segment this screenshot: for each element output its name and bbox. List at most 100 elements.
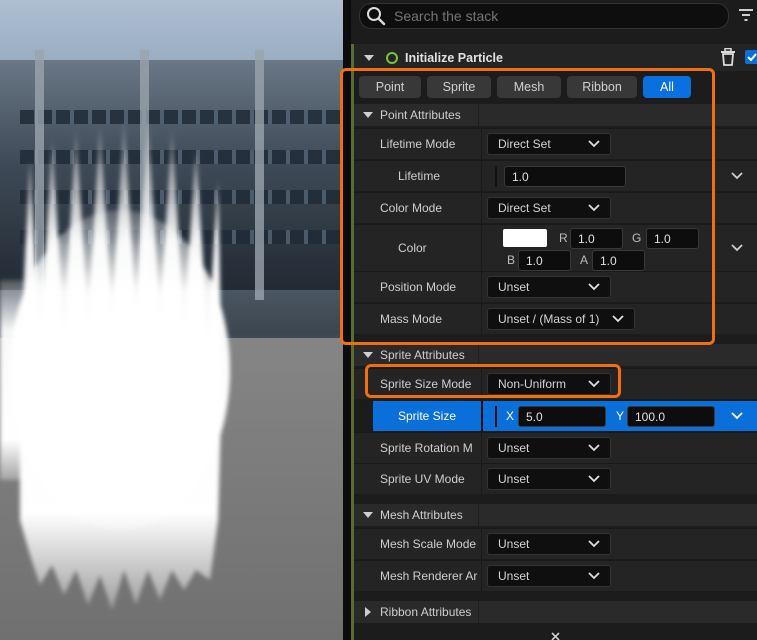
sprite-size-y-input[interactable]: 100.0 xyxy=(627,406,715,427)
tab-all[interactable]: All xyxy=(643,76,691,98)
mesh-renderer-dropdown[interactable]: Unset xyxy=(487,565,611,587)
color-b-input[interactable]: 1.0 xyxy=(518,250,571,271)
tab-sprite[interactable]: Sprite xyxy=(427,76,491,98)
column-splitter[interactable] xyxy=(478,504,479,526)
row-position-mode: Position Mode Unset xyxy=(354,271,757,302)
expand-arrow-icon[interactable] xyxy=(364,607,372,617)
position-mode-dropdown[interactable]: Unset xyxy=(487,276,611,298)
chevron-down-icon xyxy=(612,315,624,323)
attribute-filter-tabs: Point Sprite Mesh Ribbon All xyxy=(359,76,691,98)
column-splitter[interactable] xyxy=(481,561,482,591)
lifetime-mode-dropdown[interactable]: Direct Set xyxy=(487,133,611,155)
input-indicator xyxy=(495,406,497,427)
lifetime-input[interactable]: 1.0 xyxy=(504,166,626,187)
property-label: Mesh Renderer Ar xyxy=(380,569,478,583)
column-splitter[interactable] xyxy=(481,161,482,191)
chevron-down-icon[interactable] xyxy=(731,412,743,420)
chevron-down-icon xyxy=(588,380,600,388)
row-gutter xyxy=(354,401,373,431)
property-label: Color xyxy=(398,241,427,255)
section-point-attributes[interactable]: Point Attributes xyxy=(354,104,757,126)
module-enable-checkbox[interactable] xyxy=(745,50,757,64)
column-splitter[interactable] xyxy=(478,104,479,126)
row-mesh-renderer: Mesh Renderer Ar Unset xyxy=(354,560,757,591)
chevron-down-icon[interactable] xyxy=(731,172,743,180)
property-label: Lifetime Mode xyxy=(380,137,456,151)
column-splitter[interactable] xyxy=(478,601,479,623)
row-color-mode: Color Mode Direct Set xyxy=(354,192,757,223)
section-mesh-attributes[interactable]: Mesh Attributes xyxy=(354,504,757,526)
property-label: Mesh Scale Mode xyxy=(380,537,477,551)
section-sprite-attributes[interactable]: Sprite Attributes xyxy=(354,344,757,366)
tab-point[interactable]: Point xyxy=(359,76,421,98)
mesh-scale-mode-dropdown[interactable]: Unset xyxy=(487,533,611,555)
sprite-uv-mode-dropdown[interactable]: Unset xyxy=(487,468,611,490)
dropdown-value: Unset / (Mass of 1) xyxy=(498,312,600,326)
collapse-arrow-icon[interactable] xyxy=(363,111,373,119)
column-splitter[interactable] xyxy=(481,272,482,302)
column-splitter[interactable] xyxy=(481,304,482,334)
dropdown-value: Unset xyxy=(498,569,530,583)
column-splitter[interactable] xyxy=(481,225,482,272)
row-sprite-rotation-mode: Sprite Rotation M Unset xyxy=(354,432,757,463)
property-label: Position Mode xyxy=(380,280,457,294)
color-swatch[interactable] xyxy=(503,229,547,247)
dropdown-value: Direct Set xyxy=(498,137,551,151)
section-label: Point Attributes xyxy=(380,108,461,122)
chevron-down-icon xyxy=(588,475,600,483)
sprite-rotation-mode-dropdown[interactable]: Unset xyxy=(487,437,611,459)
dropdown-value: Non-Uniform xyxy=(498,377,567,391)
row-sprite-size-mode: Sprite Size Mode Non-Uniform xyxy=(354,368,757,399)
column-splitter[interactable] xyxy=(481,369,482,399)
chevron-down-icon[interactable] xyxy=(731,244,743,252)
property-label: Sprite Size xyxy=(398,409,457,423)
filter-icon[interactable] xyxy=(737,7,755,23)
property-label: Mass Mode xyxy=(380,312,443,326)
property-label: Lifetime xyxy=(398,169,441,183)
sprite-size-mode-dropdown[interactable]: Non-Uniform xyxy=(487,373,611,395)
color-g-input[interactable]: 1.0 xyxy=(646,228,699,249)
section-label: Sprite Attributes xyxy=(380,348,465,362)
column-splitter[interactable] xyxy=(481,529,482,559)
column-splitter[interactable] xyxy=(478,344,479,366)
section-label: Mesh Attributes xyxy=(380,508,463,522)
collapse-arrow-icon[interactable] xyxy=(363,53,375,63)
tab-mesh[interactable]: Mesh xyxy=(497,76,561,98)
panel-divider[interactable] xyxy=(343,0,351,640)
chevron-down-icon xyxy=(588,444,600,452)
sprite-size-x-input[interactable]: 5.0 xyxy=(518,406,606,427)
mass-mode-dropdown[interactable]: Unset / (Mass of 1) xyxy=(487,308,635,330)
color-a-input[interactable]: 1.0 xyxy=(592,250,645,271)
dropdown-value: Direct Set xyxy=(498,201,551,215)
search-bar[interactable] xyxy=(359,3,729,29)
dropdown-value: Unset xyxy=(498,537,530,551)
column-splitter[interactable] xyxy=(481,401,483,431)
chevron-down-icon xyxy=(588,204,600,212)
dropdown-value: Unset xyxy=(498,472,530,486)
stack-panel: Initialize Particle Point Sprite Mesh Ri… xyxy=(340,0,757,640)
search-input[interactable] xyxy=(392,7,716,25)
row-sprite-size[interactable]: Sprite Size X 5.0 Y 100.0 xyxy=(354,400,757,431)
component-label: Y xyxy=(616,409,625,423)
color-r-input[interactable]: 1.0 xyxy=(570,228,623,249)
close-icon[interactable] xyxy=(551,630,561,640)
color-mode-dropdown[interactable]: Direct Set xyxy=(487,197,611,219)
section-ribbon-attributes[interactable]: Ribbon Attributes xyxy=(354,601,757,623)
collapse-arrow-icon[interactable] xyxy=(363,511,373,519)
module-header[interactable]: Initialize Particle xyxy=(354,44,757,71)
tab-ribbon[interactable]: Ribbon xyxy=(567,76,637,98)
particle-sprites xyxy=(0,120,230,610)
column-splitter[interactable] xyxy=(481,433,482,463)
component-label: G xyxy=(632,231,642,245)
dropdown-value: Unset xyxy=(498,441,530,455)
module-title: Initialize Particle xyxy=(405,50,503,65)
column-splitter[interactable] xyxy=(481,193,482,223)
trash-icon[interactable] xyxy=(720,48,736,66)
property-label: Sprite Rotation M xyxy=(380,441,473,455)
collapse-arrow-icon[interactable] xyxy=(363,351,373,359)
component-label: B xyxy=(507,253,516,267)
column-splitter[interactable] xyxy=(481,129,482,159)
column-splitter[interactable] xyxy=(481,464,482,494)
viewport[interactable] xyxy=(0,0,343,640)
section-label: Ribbon Attributes xyxy=(380,605,472,619)
